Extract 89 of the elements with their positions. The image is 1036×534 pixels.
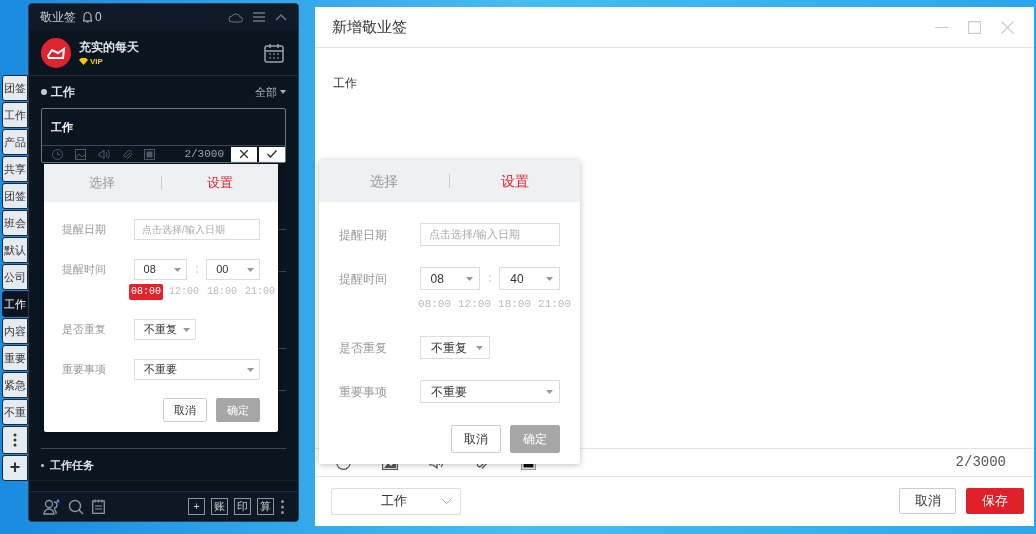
caret-icon [466,276,474,281]
side-tab[interactable]: 内容 [2,318,28,344]
caret-icon [183,327,190,332]
side-tab[interactable]: 工作 [2,291,28,317]
notification-count: 0 [95,9,102,26]
side-tab[interactable]: 共享 [2,156,28,182]
side-tab[interactable]: 团签 [2,183,28,209]
caret-icon [247,367,254,372]
menu-icon[interactable] [253,12,265,22]
caret-icon [476,345,483,350]
hour-select[interactable]: 08 [133,259,188,280]
more-tab[interactable] [2,426,28,454]
quick-time[interactable]: 08:00 [129,284,163,300]
side-tab[interactable]: 公司 [2,264,28,290]
caret-icon [174,267,182,272]
avatar-logo [41,37,71,68]
repeat-select[interactable]: 不重复 [134,319,196,340]
speaker-icon[interactable] [98,148,110,160]
minute-select[interactable]: 40 [499,267,560,290]
side-tab[interactable]: 默认 [2,237,28,263]
more-icon[interactable] [281,499,284,514]
check-icon [267,150,277,158]
filter-dropdown[interactable]: 全部 [255,83,286,101]
side-tab[interactable]: 团签 [2,75,28,101]
side-tab[interactable]: 紧急 [2,372,28,398]
cancel-button[interactable]: 取消 [899,488,956,514]
popup-tab[interactable]: 设置 [161,173,278,193]
caret-icon [546,276,553,281]
image-icon[interactable] [75,148,86,160]
cancel-button[interactable]: 取消 [163,398,207,422]
paperclip-icon[interactable] [122,148,132,160]
search-icon[interactable] [68,498,84,515]
add-tab[interactable]: + [2,455,28,481]
field-label: 提醒日期 [339,226,388,244]
cloud-icon[interactable] [228,11,243,23]
side-tab[interactable]: 重要 [2,345,28,371]
minute-select[interactable]: 00 [206,259,260,280]
more-icon [13,433,17,447]
importance-select[interactable]: 不重要 [420,380,560,403]
window-title: 新增敬业签 [332,16,407,37]
caret-icon [280,90,286,94]
field-label: 是否重复 [339,339,388,357]
bell-icon [82,11,93,23]
toolbar-button[interactable]: 算 [257,498,274,515]
char-count: 2/3000 [184,146,224,162]
side-tab[interactable]: 不重 [2,399,28,425]
diamond-icon [79,58,88,65]
chevron-down-icon [441,498,452,504]
repeat-select[interactable]: 不重复 [420,336,490,359]
category-title: 工作 [51,84,75,101]
field-label: 重要事项 [62,362,107,378]
caret-icon [546,389,553,394]
category-select[interactable]: 工作 [331,487,461,515]
note-text: 工作 [51,121,73,133]
hour-select[interactable]: 08 [419,267,481,290]
notepad-icon[interactable] [92,499,105,514]
side-tab[interactable]: 班会 [2,210,28,236]
close-icon [240,150,248,158]
field-label: 提醒时间 [339,270,388,288]
confirm-button[interactable] [259,146,285,162]
note-text: 工作 [333,76,357,90]
square-icon[interactable] [144,148,155,160]
caret-icon [247,267,254,272]
app-title: 敬业签 [40,9,76,26]
bullet-icon [41,464,44,467]
char-count: 2/3000 [955,453,1006,472]
cancel-button[interactable]: 取消 [451,425,501,453]
side-tab[interactable]: 工作 [2,102,28,128]
collapse-icon[interactable] [275,13,287,21]
section-title: 工作任务 [50,458,94,474]
field-label: 提醒日期 [62,222,107,238]
field-label: 是否重复 [62,322,107,338]
vip-label: VIP [90,55,103,68]
clock-icon[interactable] [52,148,63,160]
bullet-icon [41,89,47,95]
popup-tab[interactable]: 设置 [450,170,580,192]
toolbar-button[interactable]: 账 [211,498,228,515]
side-tab[interactable]: 产品 [2,129,28,155]
note-input-box[interactable]: 工作 2/3000 [41,108,286,163]
user-name: 充实的每天 [79,38,139,56]
field-label: 提醒时间 [62,262,107,278]
importance-select[interactable]: 不重要 [134,359,260,380]
toolbar-button[interactable]: + [188,498,205,515]
field-label: 重要事项 [339,383,388,401]
toolbar-button[interactable]: 印 [234,498,251,515]
cancel-button[interactable] [231,146,257,162]
save-button[interactable]: 保存 [966,488,1024,514]
calendar-icon[interactable] [264,42,284,63]
people-icon[interactable] [43,498,60,515]
